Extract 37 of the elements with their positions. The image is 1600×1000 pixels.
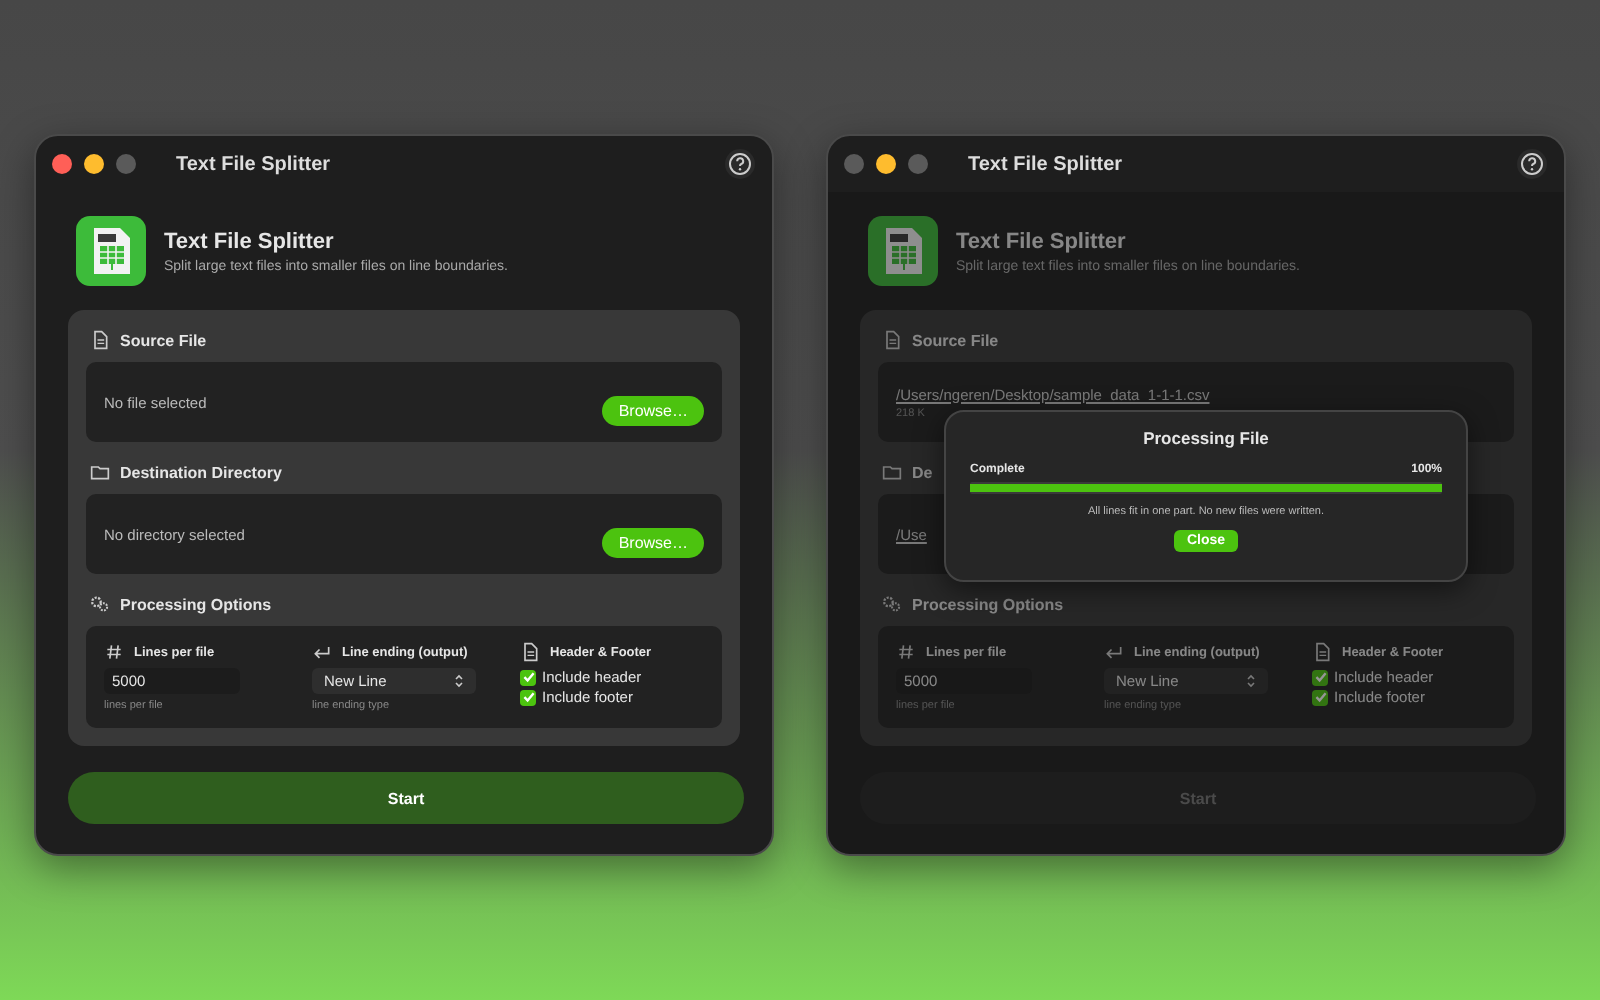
window-title: Text File Splitter	[176, 153, 331, 175]
window-control[interactable]	[84, 154, 104, 174]
folder-icon	[90, 462, 110, 482]
gears-icon	[882, 594, 902, 614]
section-title: Source File	[912, 331, 999, 349]
chevron-icon	[454, 674, 464, 688]
gears-icon	[90, 594, 110, 614]
app-name: Text File Splitter	[956, 229, 1128, 253]
window-control[interactable]	[52, 154, 72, 174]
checkbox[interactable]	[520, 669, 536, 685]
chevron-icon	[1246, 674, 1256, 688]
section-title: Processing Options	[912, 595, 1064, 613]
document-icon	[90, 330, 110, 350]
section-title: Destination Directory	[120, 463, 282, 481]
checkbox[interactable]	[1312, 669, 1328, 685]
dialog-title: Processing File	[1143, 428, 1269, 448]
section-title: Processing Options	[120, 595, 272, 613]
start-button[interactable]: Start	[68, 772, 744, 824]
app-name: Text File Splitter	[164, 229, 336, 253]
checkbox[interactable]	[1312, 689, 1328, 705]
folder-icon	[882, 462, 902, 482]
note-icon	[1312, 642, 1332, 662]
section-title: Source File	[120, 331, 207, 349]
window-control[interactable]	[876, 154, 896, 174]
hash-icon	[104, 642, 124, 662]
return-icon	[1104, 642, 1124, 662]
note-icon	[520, 642, 540, 662]
section-title: De	[912, 463, 933, 481]
document-icon	[882, 330, 902, 350]
app-icon	[76, 216, 146, 286]
help-icon[interactable]	[1516, 148, 1548, 180]
help-icon[interactable]	[724, 148, 756, 180]
app-icon	[868, 216, 938, 286]
return-icon	[312, 642, 332, 662]
hash-icon	[896, 642, 916, 662]
checkbox[interactable]	[520, 689, 536, 705]
window-title: Text File Splitter	[968, 153, 1123, 175]
